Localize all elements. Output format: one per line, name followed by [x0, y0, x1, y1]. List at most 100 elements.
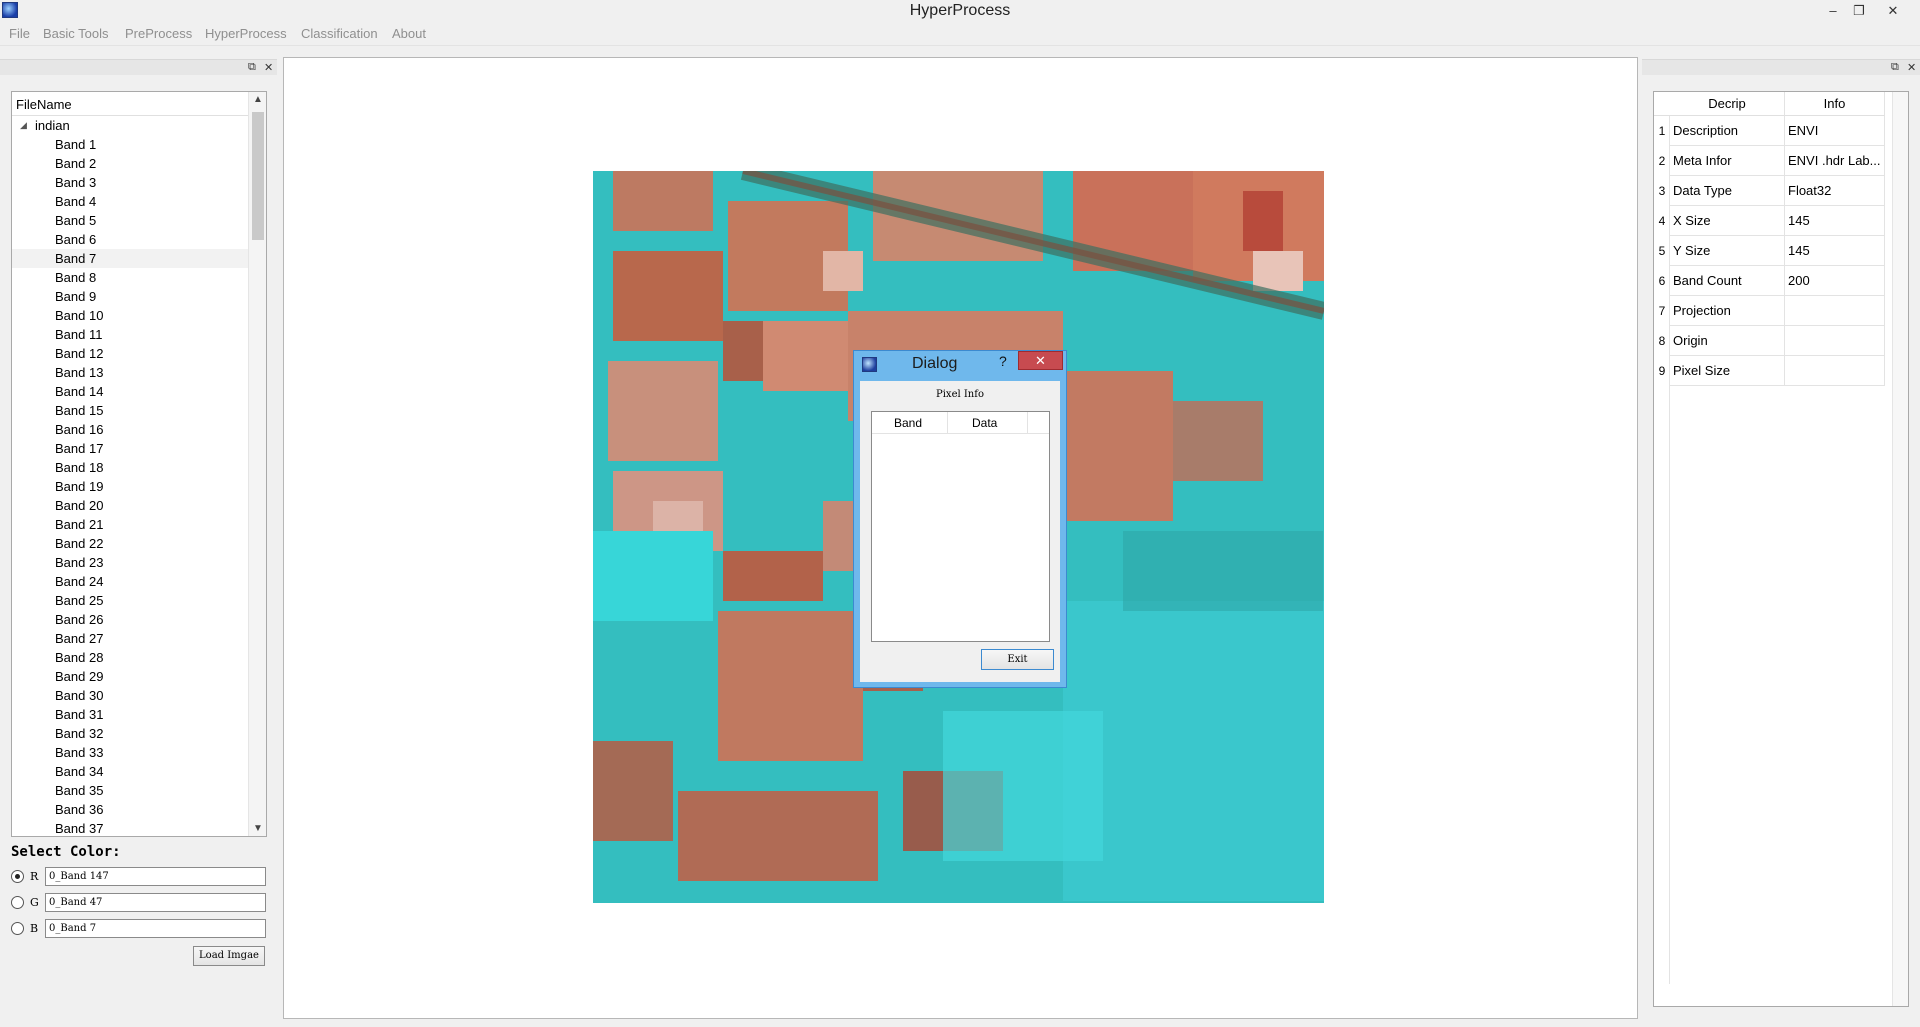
menu-about[interactable]: About [392, 26, 426, 41]
menu-basic-tools[interactable]: Basic Tools [43, 26, 109, 41]
info-cell[interactable]: ENVI [1785, 116, 1885, 146]
tree-item-band[interactable]: Band 30 [12, 686, 248, 705]
dialog-icon [862, 357, 877, 372]
decrip-cell[interactable]: X Size [1670, 206, 1785, 236]
tree-item-band[interactable]: Band 13 [12, 363, 248, 382]
tree-item-band[interactable]: Band 10 [12, 306, 248, 325]
menu-preprocess[interactable]: PreProcess [125, 26, 192, 41]
decrip-cell[interactable]: Y Size [1670, 236, 1785, 266]
close-icon[interactable]: ✕ [264, 61, 273, 74]
float-icon[interactable]: ⧉ [1891, 61, 1899, 74]
row-number: 9 [1658, 364, 1666, 378]
close-icon[interactable]: ✕ [1907, 61, 1916, 74]
radio-g[interactable] [11, 896, 24, 909]
info-cell[interactable]: Float32 [1785, 176, 1885, 206]
pixel-info-table[interactable]: Band Data [871, 411, 1050, 642]
menu-classification[interactable]: Classification [301, 26, 378, 41]
info-column-header[interactable]: Info [1785, 92, 1885, 116]
info-cell[interactable]: ENVI .hdr Lab... [1785, 146, 1885, 176]
tree-item-band[interactable]: Band 23 [12, 553, 248, 572]
tree-item-band[interactable]: Band 5 [12, 211, 248, 230]
tree-item-band[interactable]: Band 29 [12, 667, 248, 686]
file-tree-scrollbar[interactable]: ▲ ▼ [248, 92, 266, 836]
minimize-button[interactable]: – [1820, 1, 1846, 21]
tree-item-band[interactable]: Band 2 [12, 154, 248, 173]
decrip-cell[interactable]: Band Count [1670, 266, 1785, 296]
tree-item-band[interactable]: Band 14 [12, 382, 248, 401]
info-cell[interactable]: 200 [1785, 266, 1885, 296]
decrip-cell[interactable]: Origin [1670, 326, 1785, 356]
data-column-header[interactable]: Data [972, 416, 997, 430]
float-icon[interactable]: ⧉ [248, 61, 256, 74]
r-band-input[interactable]: 0_Band 147 [45, 867, 266, 886]
tree-item-band[interactable]: Band 7 [12, 249, 248, 268]
menu-file[interactable]: File [9, 26, 30, 41]
b-band-input[interactable]: 0_Band 7 [45, 919, 266, 938]
radio-b[interactable] [11, 922, 24, 935]
info-cell[interactable] [1785, 326, 1885, 356]
tree-item-band[interactable]: Band 11 [12, 325, 248, 344]
tree-item-band[interactable]: Band 16 [12, 420, 248, 439]
tree-item-band[interactable]: Band 12 [12, 344, 248, 363]
restore-button[interactable]: ❐ [1846, 1, 1872, 21]
tree-item-band[interactable]: Band 20 [12, 496, 248, 515]
row-number: 5 [1658, 244, 1666, 258]
tree-item-band[interactable]: Band 28 [12, 648, 248, 667]
scroll-thumb[interactable] [252, 112, 264, 240]
decrip-cell[interactable]: Projection [1670, 296, 1785, 326]
info-cell[interactable]: 145 [1785, 206, 1885, 236]
corner-header [1654, 92, 1670, 116]
exit-button[interactable]: Exit [981, 649, 1054, 670]
load-image-button[interactable]: Load Imgae [193, 946, 265, 966]
info-cell[interactable] [1785, 296, 1885, 326]
tree-item-band[interactable]: Band 8 [12, 268, 248, 287]
tree-item-band[interactable]: Band 24 [12, 572, 248, 591]
pixel-info-dialog: Dialog ? ✕ Pixel Info Band Data Exit [853, 350, 1067, 688]
tree-item-band[interactable]: Band 3 [12, 173, 248, 192]
tree-item-band[interactable]: Band 9 [12, 287, 248, 306]
decrip-cell[interactable]: Meta Infor [1670, 146, 1785, 176]
tree-item-band[interactable]: Band 17 [12, 439, 248, 458]
decrip-column-header[interactable]: Decrip [1670, 92, 1785, 116]
tree-item-band[interactable]: Band 4 [12, 192, 248, 211]
help-button[interactable]: ? [999, 353, 1007, 369]
file-tree-header[interactable]: FileName [12, 92, 248, 116]
info-cell[interactable]: 145 [1785, 236, 1885, 266]
tree-item-band[interactable]: Band 27 [12, 629, 248, 648]
tree-item-band[interactable]: Band 25 [12, 591, 248, 610]
tree-item-band[interactable]: Band 35 [12, 781, 248, 800]
metadata-scrollbar[interactable] [1892, 92, 1908, 1006]
tree-item-band[interactable]: Band 34 [12, 762, 248, 781]
scroll-down-icon[interactable]: ▼ [253, 823, 263, 834]
tree-item-band[interactable]: Band 36 [12, 800, 248, 819]
tree-root-item[interactable]: ◢ indian [12, 116, 248, 135]
expand-arrow-icon[interactable]: ◢ [20, 116, 27, 135]
decrip-cell[interactable]: Data Type [1670, 176, 1785, 206]
pixel-info-heading: Pixel Info [936, 389, 984, 400]
row-number: 1 [1658, 124, 1666, 138]
band-column-header[interactable]: Band [894, 416, 922, 430]
menu-hyperprocess[interactable]: HyperProcess [205, 26, 287, 41]
tree-item-band[interactable]: Band 22 [12, 534, 248, 553]
tree-item-band[interactable]: Band 32 [12, 724, 248, 743]
tree-item-band[interactable]: Band 26 [12, 610, 248, 629]
tree-item-band[interactable]: Band 33 [12, 743, 248, 762]
tree-item-band[interactable]: Band 31 [12, 705, 248, 724]
tree-item-band[interactable]: Band 15 [12, 401, 248, 420]
decrip-cell[interactable]: Pixel Size [1670, 356, 1785, 386]
tree-item-band[interactable]: Band 21 [12, 515, 248, 534]
tree-item-band[interactable]: Band 19 [12, 477, 248, 496]
radio-r[interactable] [11, 870, 24, 883]
tree-item-band[interactable]: Band 37 [12, 819, 248, 836]
tree-item-band[interactable]: Band 6 [12, 230, 248, 249]
tree-item-band[interactable]: Band 1 [12, 135, 248, 154]
dialog-close-button[interactable]: ✕ [1018, 351, 1063, 370]
info-cell[interactable] [1785, 356, 1885, 386]
close-button[interactable]: ✕ [1880, 1, 1906, 21]
tree-item-band[interactable]: Band 18 [12, 458, 248, 477]
pixel-table-header: Band Data [872, 412, 1049, 434]
decrip-cell[interactable]: Description [1670, 116, 1785, 146]
scroll-up-icon[interactable]: ▲ [253, 94, 263, 105]
g-band-input[interactable]: 0_Band 47 [45, 893, 266, 912]
row-number: 4 [1658, 214, 1666, 228]
